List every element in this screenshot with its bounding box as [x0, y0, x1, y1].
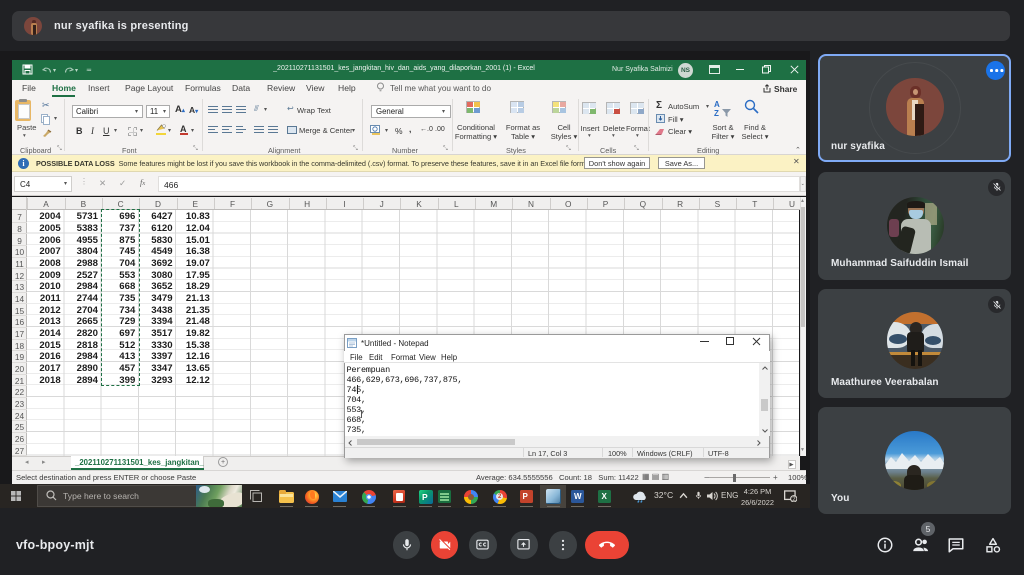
- svg-text:Z: Z: [714, 109, 719, 117]
- svg-text:A: A: [714, 100, 720, 109]
